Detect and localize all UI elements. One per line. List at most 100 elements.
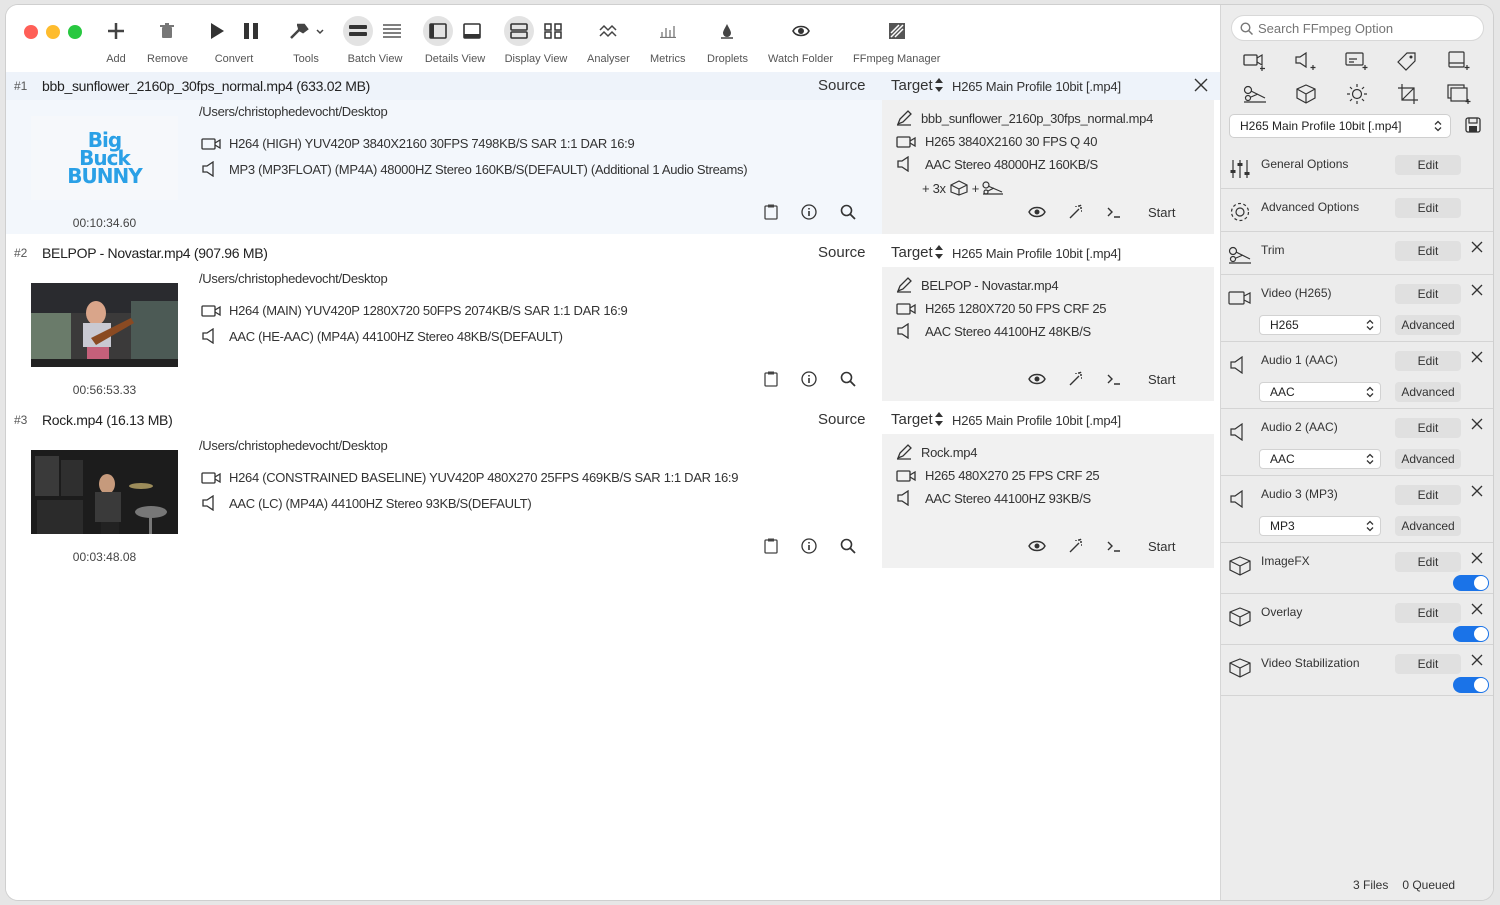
info-icon[interactable] [801, 371, 817, 387]
info-icon[interactable] [801, 204, 817, 220]
droplet-icon [712, 16, 742, 46]
add-subtitle-icon[interactable] [1343, 47, 1371, 75]
tools-button[interactable]: Tools [284, 13, 328, 65]
video-codec-select[interactable]: H265 [1259, 315, 1381, 335]
video-info: H264 (MAIN) YUV420P 1280X720 50FPS 2074K… [201, 303, 628, 318]
ffmpeg-manager-button[interactable]: FFmpeg Manager [853, 13, 940, 65]
crop-icon[interactable] [1394, 80, 1422, 108]
info-icon[interactable] [801, 538, 817, 554]
brightness-icon[interactable] [1343, 80, 1371, 108]
audio3-advanced-button[interactable]: Advanced [1395, 516, 1461, 536]
video-advanced-button[interactable]: Advanced [1395, 315, 1461, 335]
batch-view-button[interactable]: Batch View [343, 13, 407, 65]
clipboard-icon[interactable] [764, 538, 778, 554]
magic-wand-icon[interactable] [1068, 371, 1084, 387]
display-view-button[interactable]: Display View [504, 13, 568, 65]
magic-wand-icon[interactable] [1068, 538, 1084, 554]
file-path: /Users/christophedevocht/Desktop [199, 271, 388, 286]
clipboard-icon[interactable] [764, 204, 778, 220]
add-video-icon[interactable] [1241, 47, 1269, 75]
edit-audio1-button[interactable]: Edit [1395, 351, 1461, 371]
add-chapter-icon[interactable] [1445, 47, 1473, 75]
audio3-codec-select[interactable]: MP3 [1259, 516, 1381, 536]
pencil-icon[interactable] [896, 277, 912, 293]
overlay-layers-icon[interactable] [1445, 80, 1473, 108]
zoom-window-button[interactable] [68, 25, 82, 39]
preset-select[interactable]: H265 Main Profile 10bit [.mp4] [1229, 114, 1451, 138]
filter-count: + 3x [922, 180, 946, 196]
search-icon[interactable] [840, 371, 856, 387]
add-button[interactable]: Add [101, 13, 131, 65]
search-field[interactable] [1231, 15, 1484, 41]
analyser-button[interactable]: Analyser [587, 13, 630, 65]
start-button[interactable]: Start [1148, 205, 1175, 220]
up-down-icon[interactable] [934, 244, 944, 260]
edit-trim-button[interactable]: Edit [1395, 241, 1461, 261]
close-icon[interactable] [1471, 284, 1483, 296]
pencil-icon[interactable] [896, 110, 912, 126]
watch-folder-button[interactable]: Watch Folder [768, 13, 833, 65]
edit-audio3-button[interactable]: Edit [1395, 485, 1461, 505]
start-button[interactable]: Start [1148, 372, 1175, 387]
close-icon[interactable] [1471, 603, 1483, 615]
file-row-1[interactable]: #1 bbb_sunflower_2160p_30fps_normal.mp4 … [6, 72, 1220, 238]
eye-icon[interactable] [1028, 373, 1046, 385]
edit-overlay-button[interactable]: Edit [1395, 603, 1461, 623]
minimize-window-button[interactable] [46, 25, 60, 39]
convert-button[interactable]: Convert [202, 13, 266, 65]
metrics-button[interactable]: Metrics [650, 13, 685, 65]
details-view-button[interactable]: Details View [423, 13, 487, 65]
search-input[interactable] [1258, 20, 1478, 36]
overlay-toggle[interactable] [1453, 626, 1489, 642]
source-panel: Big Buck BUNNY 00:10:34.60 /Users/christ… [6, 100, 882, 234]
droplets-button[interactable]: Droplets [707, 13, 748, 65]
stabilization-toggle[interactable] [1453, 677, 1489, 693]
target-preset[interactable]: H265 Main Profile 10bit [.mp4] [952, 79, 1121, 94]
close-icon[interactable] [1471, 241, 1483, 253]
imagefx-toggle[interactable] [1453, 575, 1489, 591]
up-down-icon[interactable] [934, 77, 944, 93]
file-row-2[interactable]: #2 BELPOP - Novastar.mp4 (907.96 MB) Sou… [6, 239, 1220, 405]
close-window-button[interactable] [24, 25, 38, 39]
up-down-icon[interactable] [934, 411, 944, 427]
file-row-3[interactable]: #3 Rock.mp4 (16.13 MB) Source Target H26… [6, 406, 1220, 572]
section-video-stabilization: Video Stabilization Edit [1221, 645, 1493, 696]
close-icon[interactable] [1194, 78, 1208, 92]
close-icon[interactable] [1471, 552, 1483, 564]
edit-general-button[interactable]: Edit [1395, 155, 1461, 175]
target-preset[interactable]: H265 Main Profile 10bit [.mp4] [952, 413, 1121, 428]
eye-icon[interactable] [1028, 540, 1046, 552]
audio2-advanced-button[interactable]: Advanced [1395, 449, 1461, 469]
pencil-icon[interactable] [896, 444, 912, 460]
edit-advanced-button[interactable]: Edit [1395, 198, 1461, 218]
close-icon[interactable] [1471, 351, 1483, 363]
remove-button[interactable]: Remove [147, 13, 188, 65]
cube-filter-icon[interactable] [1292, 80, 1320, 108]
trim-scissors-icon[interactable] [1241, 80, 1269, 108]
start-button[interactable]: Start [1148, 539, 1175, 554]
section-title: General Options [1261, 157, 1349, 171]
details-bottom-icon [457, 16, 487, 46]
save-preset-icon[interactable] [1465, 117, 1481, 133]
terminal-icon[interactable] [1106, 539, 1122, 553]
audio2-codec-select[interactable]: AAC [1259, 449, 1381, 469]
search-icon[interactable] [840, 204, 856, 220]
audio1-codec-select[interactable]: AAC [1259, 382, 1381, 402]
edit-imagefx-button[interactable]: Edit [1395, 552, 1461, 572]
eye-icon[interactable] [1028, 206, 1046, 218]
target-preset[interactable]: H265 Main Profile 10bit [.mp4] [952, 246, 1121, 261]
search-icon[interactable] [840, 538, 856, 554]
close-icon[interactable] [1471, 418, 1483, 430]
terminal-icon[interactable] [1106, 205, 1122, 219]
close-icon[interactable] [1471, 485, 1483, 497]
edit-stabilization-button[interactable]: Edit [1395, 654, 1461, 674]
close-icon[interactable] [1471, 654, 1483, 666]
edit-video-button[interactable]: Edit [1395, 284, 1461, 304]
terminal-icon[interactable] [1106, 372, 1122, 386]
magic-wand-icon[interactable] [1068, 204, 1084, 220]
add-audio-icon[interactable] [1292, 47, 1320, 75]
audio1-advanced-button[interactable]: Advanced [1395, 382, 1461, 402]
edit-audio2-button[interactable]: Edit [1395, 418, 1461, 438]
clipboard-icon[interactable] [764, 371, 778, 387]
tag-icon[interactable] [1394, 47, 1422, 75]
